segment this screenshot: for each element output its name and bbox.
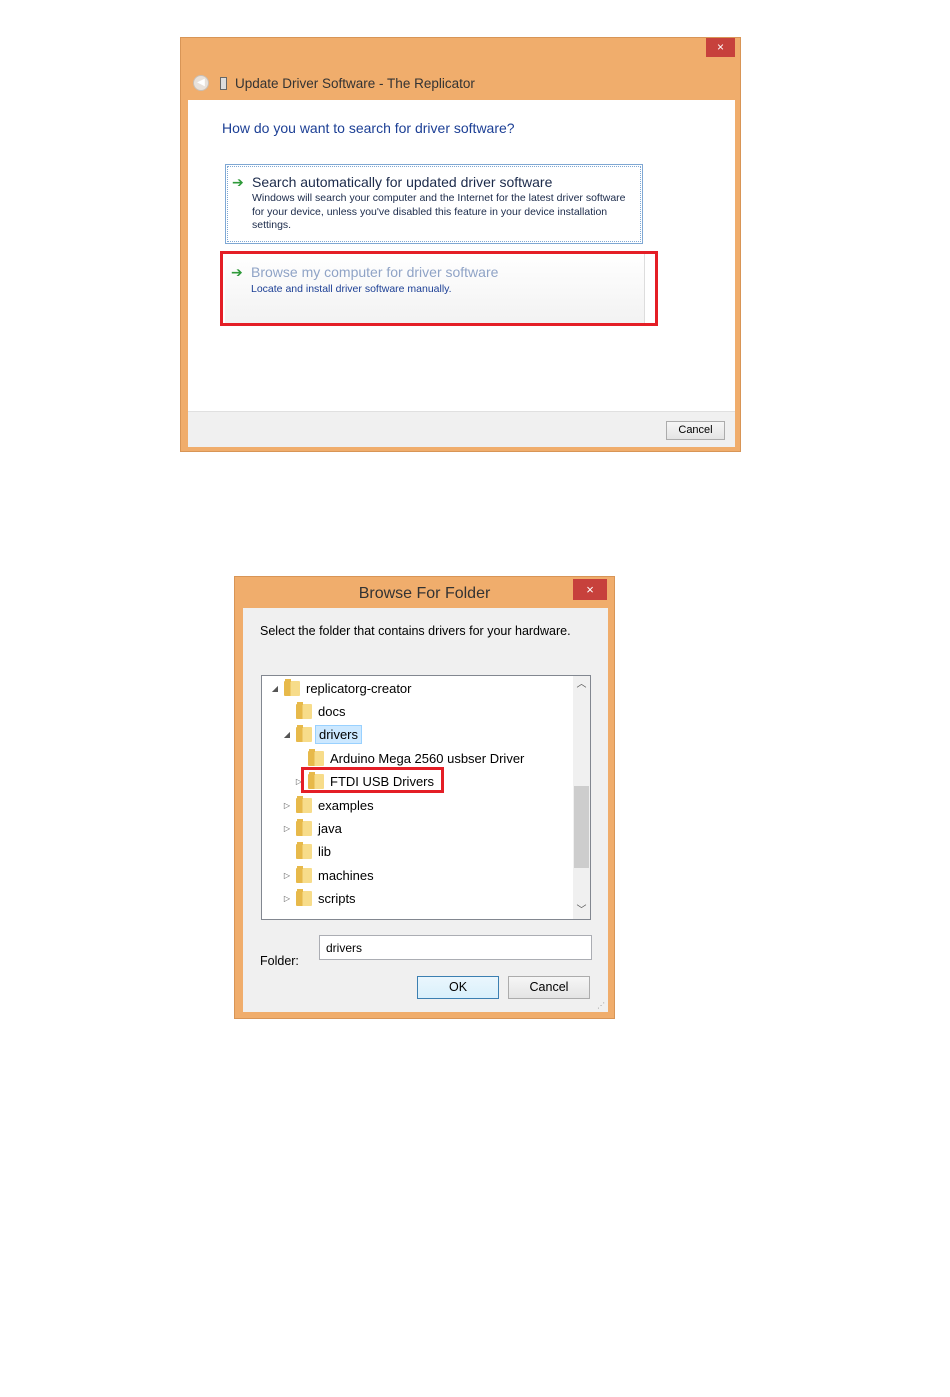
- tree-item-arduino-driver[interactable]: Arduino Mega 2560 usbser Driver: [294, 747, 524, 769]
- tree-item-label: docs: [318, 703, 346, 719]
- device-icon: [220, 76, 227, 90]
- tree-item-lib[interactable]: lib: [282, 840, 331, 862]
- folder-icon: [296, 841, 312, 859]
- folder-tree[interactable]: ◢ replicatorg-creator docs ◢ drivers Ard…: [261, 675, 591, 920]
- folder-icon: [308, 748, 324, 766]
- instruction-text: Select the folder that contains drivers …: [260, 624, 571, 638]
- search-automatically-option[interactable]: ➔ Search automatically for updated drive…: [225, 164, 643, 244]
- expand-triangle-icon[interactable]: ▷: [282, 894, 292, 903]
- expand-triangle-icon[interactable]: ▷: [282, 824, 292, 833]
- folder-icon: [296, 818, 312, 836]
- folder-icon: [296, 888, 312, 906]
- back-arrow-icon[interactable]: ◀: [193, 75, 209, 91]
- resize-grip-icon[interactable]: ⋰: [597, 1001, 605, 1010]
- expand-triangle-icon[interactable]: ◢: [270, 684, 280, 693]
- vertical-scrollbar[interactable]: ︿ ﹀: [573, 676, 590, 919]
- folder-icon: [296, 724, 312, 742]
- option-title: Search automatically for updated driver …: [252, 174, 553, 190]
- tree-item-label: machines: [318, 867, 374, 883]
- tree-item-java[interactable]: ▷ java: [282, 817, 342, 839]
- tree-item-label: examples: [318, 797, 374, 813]
- cancel-button[interactable]: Cancel: [508, 976, 590, 999]
- title-bar: ◀ Update Driver Software - The Replicato…: [181, 68, 740, 98]
- close-button[interactable]: ×: [573, 579, 607, 600]
- window-title: Browse For Folder: [358, 585, 491, 602]
- tree-item-replicatorg-creator[interactable]: ◢ replicatorg-creator: [270, 677, 412, 699]
- cancel-button[interactable]: Cancel: [666, 421, 725, 440]
- scroll-down-arrow-icon[interactable]: ﹀: [573, 902, 590, 919]
- highlight-box: [220, 251, 658, 326]
- tree-item-scripts[interactable]: ▷ scripts: [282, 887, 356, 909]
- ok-button[interactable]: OK: [417, 976, 499, 999]
- update-driver-window: × ◀ Update Driver Software - The Replica…: [180, 37, 741, 452]
- expand-triangle-icon[interactable]: ▷: [282, 871, 292, 880]
- tree-item-label: lib: [318, 843, 332, 859]
- expand-triangle-icon[interactable]: ▷: [282, 801, 292, 810]
- folder-icon: [296, 865, 312, 883]
- tree-item-drivers[interactable]: ◢ drivers: [282, 723, 363, 745]
- tree-item-docs[interactable]: docs: [282, 700, 345, 722]
- folder-icon: [296, 701, 312, 719]
- browse-for-folder-window: Browse For Folder × Select the folder th…: [234, 576, 615, 1019]
- highlight-box: [301, 767, 444, 793]
- folder-icon: [284, 678, 300, 696]
- dialog-body: Select the folder that contains drivers …: [243, 608, 608, 1012]
- folder-icon: [296, 795, 312, 813]
- scroll-up-arrow-icon[interactable]: ︿: [573, 676, 590, 693]
- expand-triangle-icon[interactable]: ◢: [282, 730, 292, 739]
- green-arrow-icon: ➔: [232, 174, 244, 190]
- tree-item-label: java: [318, 820, 342, 836]
- tree-item-label: scripts: [318, 890, 356, 906]
- option-description: Windows will search your computer and th…: [252, 192, 626, 231]
- folder-label: Folder:: [260, 954, 299, 968]
- scroll-thumb[interactable]: [574, 786, 589, 868]
- search-question: How do you want to search for driver sof…: [222, 120, 515, 136]
- tree-item-label-selected: drivers: [315, 724, 363, 744]
- tree-item-examples[interactable]: ▷ examples: [282, 794, 374, 816]
- folder-input[interactable]: [319, 935, 592, 960]
- tree-item-label: replicatorg-creator: [306, 680, 412, 696]
- window-title: Update Driver Software - The Replicator: [235, 75, 475, 91]
- close-button[interactable]: ×: [706, 38, 735, 57]
- tree-item-label: Arduino Mega 2560 usbser Driver: [330, 750, 525, 766]
- dialog-footer: Cancel: [188, 411, 735, 447]
- tree-item-machines[interactable]: ▷ machines: [282, 864, 374, 886]
